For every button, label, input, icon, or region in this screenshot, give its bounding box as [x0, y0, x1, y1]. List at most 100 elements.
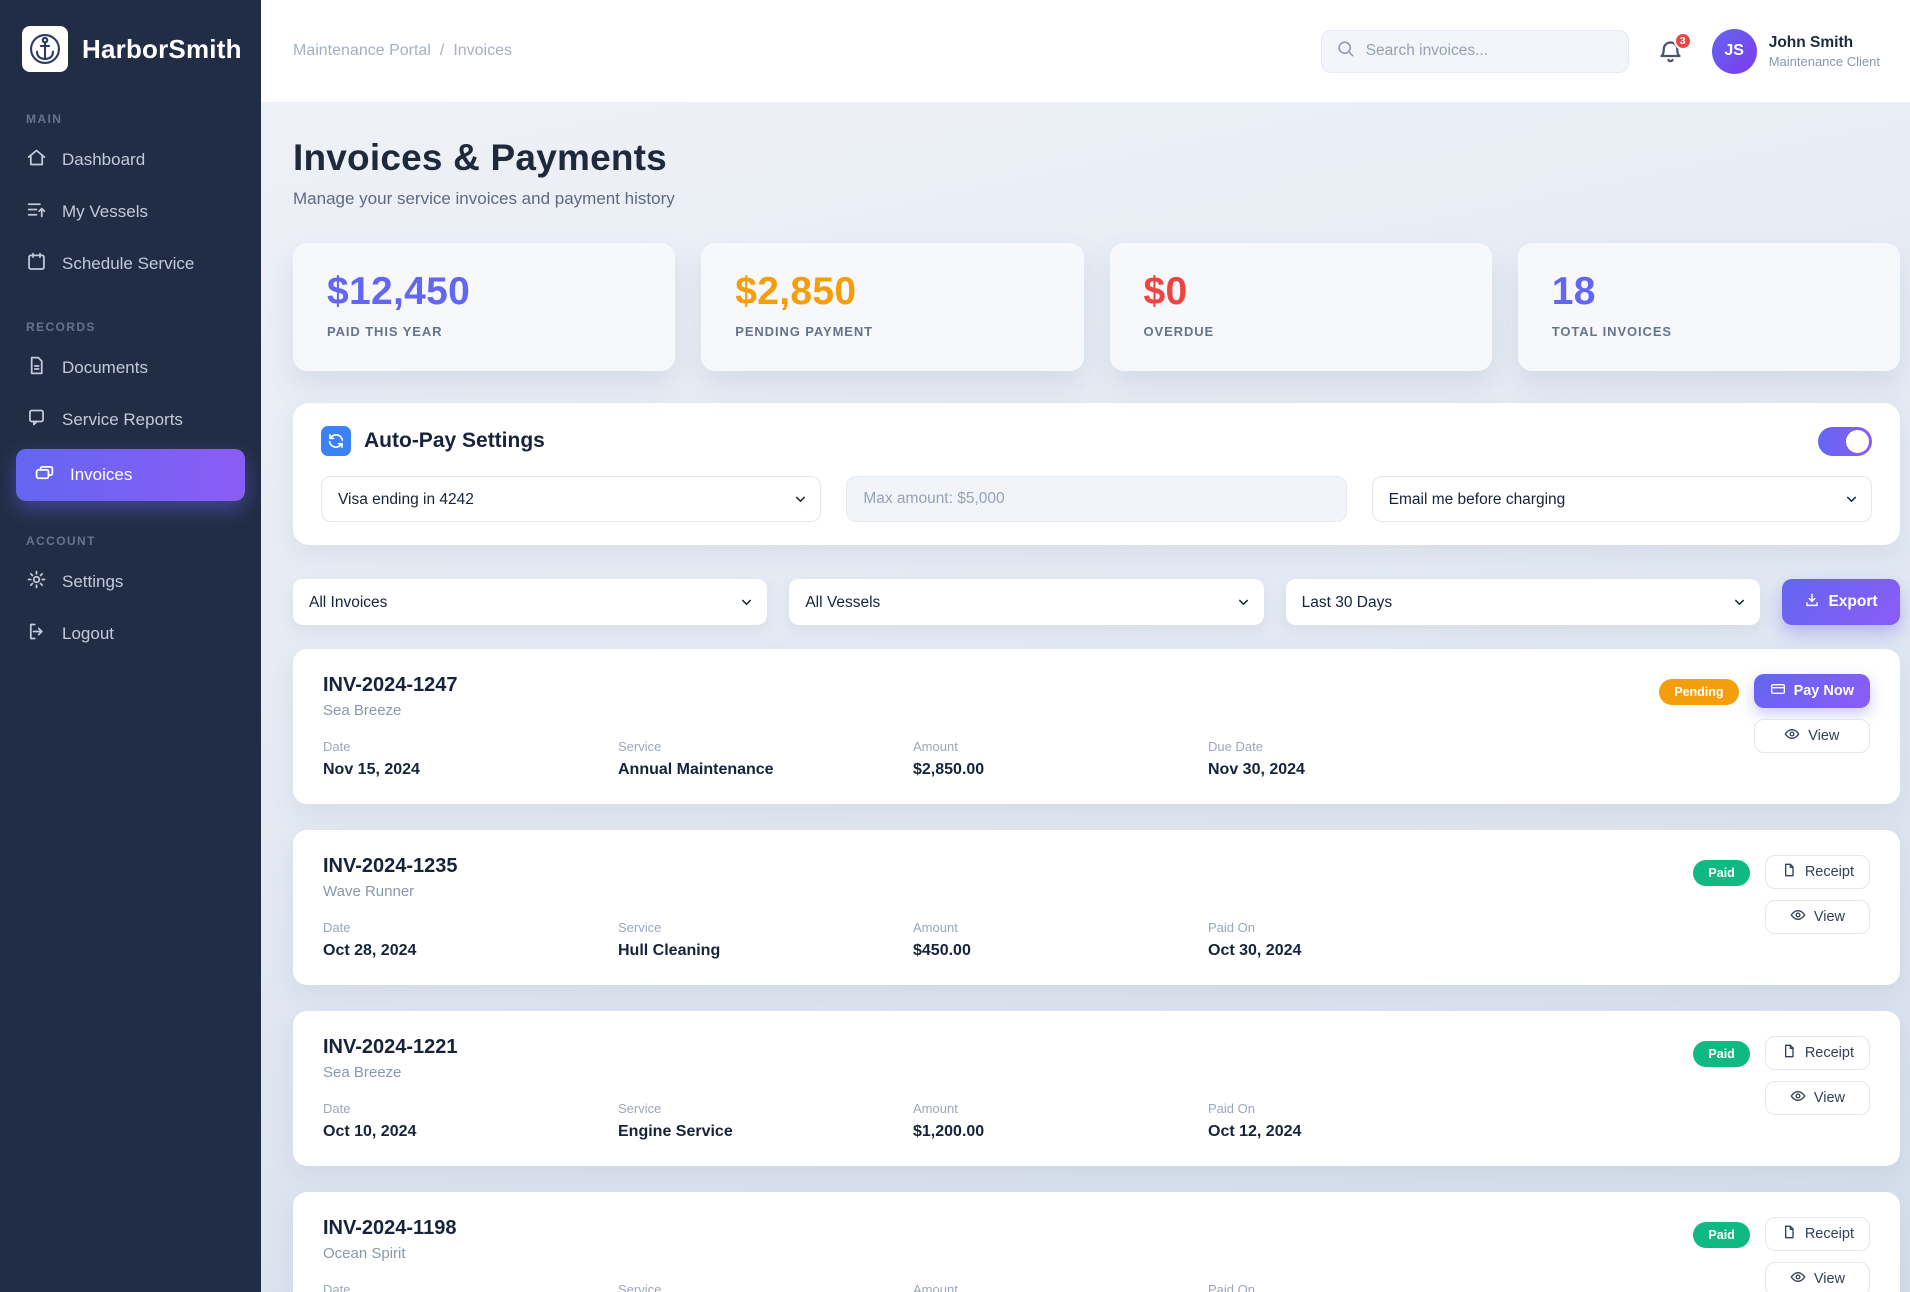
eye-icon [1790, 907, 1806, 927]
gear-icon [26, 569, 47, 595]
sidebar-item-label: My Vessels [62, 202, 148, 222]
view-button[interactable]: View [1765, 900, 1870, 934]
view-button[interactable]: View [1754, 719, 1870, 753]
download-icon [1804, 592, 1820, 613]
field-label: Paid On [1208, 1101, 1503, 1116]
field-value-date: Oct 28, 2024 [323, 942, 618, 960]
breadcrumb-parent[interactable]: Maintenance Portal [293, 42, 431, 60]
avatar: JS [1712, 29, 1757, 74]
page-subtitle: Manage your service invoices and payment… [293, 189, 1900, 209]
status-badge: Pending [1659, 679, 1738, 705]
receipt-button[interactable]: Receipt [1765, 1217, 1870, 1251]
status-badge: Paid [1693, 860, 1749, 886]
sidebar-item-invoices[interactable]: Invoices [16, 449, 245, 501]
stat-label: PAID THIS YEAR [327, 324, 641, 339]
vessel-list-icon [26, 199, 47, 225]
receipt-button[interactable]: Receipt [1765, 1036, 1870, 1070]
vessel-filter-select[interactable]: All Vessels [789, 579, 1263, 625]
stat-value: $0 [1144, 270, 1458, 314]
field-label: Service [618, 920, 913, 935]
notification-badge: 3 [1674, 32, 1692, 50]
view-button[interactable]: View [1765, 1081, 1870, 1115]
nav-section-records: RECORDS [26, 320, 261, 334]
field-value-due: Oct 30, 2024 [1208, 942, 1503, 960]
field-value-amount: $450.00 [913, 942, 1208, 960]
calendar-icon [26, 251, 47, 277]
receipt-file-icon [1781, 1224, 1797, 1244]
sidebar-item-settings[interactable]: Settings [0, 556, 261, 608]
sidebar-item-service-reports[interactable]: Service Reports [0, 394, 261, 446]
user-role: Maintenance Client [1769, 54, 1880, 69]
invoice-card: INV-2024-1221 Sea Breeze DateOct 10, 202… [293, 1011, 1900, 1166]
logout-icon [26, 621, 47, 647]
field-label: Date [323, 739, 618, 754]
field-label: Date [323, 920, 618, 935]
invoice-card: INV-2024-1247 Sea Breeze DateNov 15, 202… [293, 649, 1900, 804]
invoice-list: INV-2024-1247 Sea Breeze DateNov 15, 202… [293, 649, 1900, 1292]
user-menu[interactable]: JS John Smith Maintenance Client [1712, 29, 1880, 74]
topbar: Maintenance Portal / Invoices 3 JS John … [261, 0, 1910, 103]
stat-label: OVERDUE [1144, 324, 1458, 339]
invoice-vessel: Sea Breeze [323, 702, 1659, 719]
sidebar-item-label: Schedule Service [62, 254, 194, 274]
sidebar-item-logout[interactable]: Logout [0, 608, 261, 660]
breadcrumb-separator: / [440, 42, 444, 60]
invoice-id: INV-2024-1198 [323, 1217, 1693, 1240]
page-title: Invoices & Payments [293, 137, 1900, 179]
filters-row: All Invoices All Vessels Last 30 Days Ex… [293, 579, 1900, 625]
breadcrumb: Maintenance Portal / Invoices [293, 42, 512, 60]
invoice-id: INV-2024-1221 [323, 1036, 1693, 1059]
credit-card-icon [1770, 681, 1786, 701]
invoice-vessel: Ocean Spirit [323, 1245, 1693, 1262]
sidebar-item-label: Invoices [70, 465, 132, 485]
invoice-filter-select[interactable]: All Invoices [293, 579, 767, 625]
stat-card-overdue: $0 OVERDUE [1110, 243, 1492, 371]
pay-now-button[interactable]: Pay Now [1754, 674, 1870, 708]
search-icon [1336, 39, 1355, 63]
sidebar-item-my-vessels[interactable]: My Vessels [0, 186, 261, 238]
sidebar-item-label: Service Reports [62, 410, 183, 430]
notifications-button[interactable]: 3 [1657, 38, 1684, 65]
autopay-toggle[interactable] [1818, 427, 1872, 456]
sidebar-item-schedule-service[interactable]: Schedule Service [0, 238, 261, 290]
status-badge: Paid [1693, 1222, 1749, 1248]
sidebar-item-label: Documents [62, 358, 148, 378]
field-value-service: Hull Cleaning [618, 942, 913, 960]
stat-label: PENDING PAYMENT [735, 324, 1049, 339]
stats-row: $12,450 PAID THIS YEAR $2,850 PENDING PA… [293, 243, 1900, 371]
field-value-service: Engine Service [618, 1123, 913, 1141]
field-label: Date [323, 1282, 618, 1292]
max-amount-input[interactable] [846, 476, 1346, 522]
receipt-file-icon [1781, 1043, 1797, 1063]
brand-name: HarborSmith [82, 34, 242, 65]
date-filter-select[interactable]: Last 30 Days [1286, 579, 1760, 625]
field-label: Due Date [1208, 739, 1503, 754]
sidebar: HarborSmith MAIN Dashboard My Vessels Sc… [0, 0, 261, 1292]
invoice-vessel: Wave Runner [323, 883, 1693, 900]
receipt-button[interactable]: Receipt [1765, 855, 1870, 889]
stat-label: TOTAL INVOICES [1552, 324, 1866, 339]
sidebar-item-label: Settings [62, 572, 123, 592]
invoice-id: INV-2024-1247 [323, 674, 1659, 697]
stat-value: $2,850 [735, 270, 1049, 314]
autopay-title: Auto-Pay Settings [364, 429, 1818, 453]
payment-method-select[interactable]: Visa ending in 4242 [321, 476, 821, 522]
document-icon [26, 355, 47, 381]
sync-icon [321, 426, 351, 456]
sidebar-item-documents[interactable]: Documents [0, 342, 261, 394]
toggle-knob [1846, 430, 1869, 453]
invoice-card: INV-2024-1235 Wave Runner DateOct 28, 20… [293, 830, 1900, 985]
export-button[interactable]: Export [1782, 579, 1900, 625]
stat-card-paid-this-year: $12,450 PAID THIS YEAR [293, 243, 675, 371]
nav-section-main: MAIN [26, 112, 261, 126]
content-area: Invoices & Payments Manage your service … [261, 103, 1910, 1292]
notify-select[interactable]: Email me before charging [1372, 476, 1872, 522]
sidebar-item-dashboard[interactable]: Dashboard [0, 134, 261, 186]
eye-icon [1790, 1088, 1806, 1108]
vessel-filter-wrap: All Vessels [789, 579, 1263, 625]
search-input[interactable] [1366, 42, 1614, 60]
field-value-amount: $1,200.00 [913, 1123, 1208, 1141]
view-button[interactable]: View [1765, 1262, 1870, 1292]
notify-select-wrap: Email me before charging [1372, 476, 1872, 522]
anchor-logo-icon [22, 26, 68, 72]
